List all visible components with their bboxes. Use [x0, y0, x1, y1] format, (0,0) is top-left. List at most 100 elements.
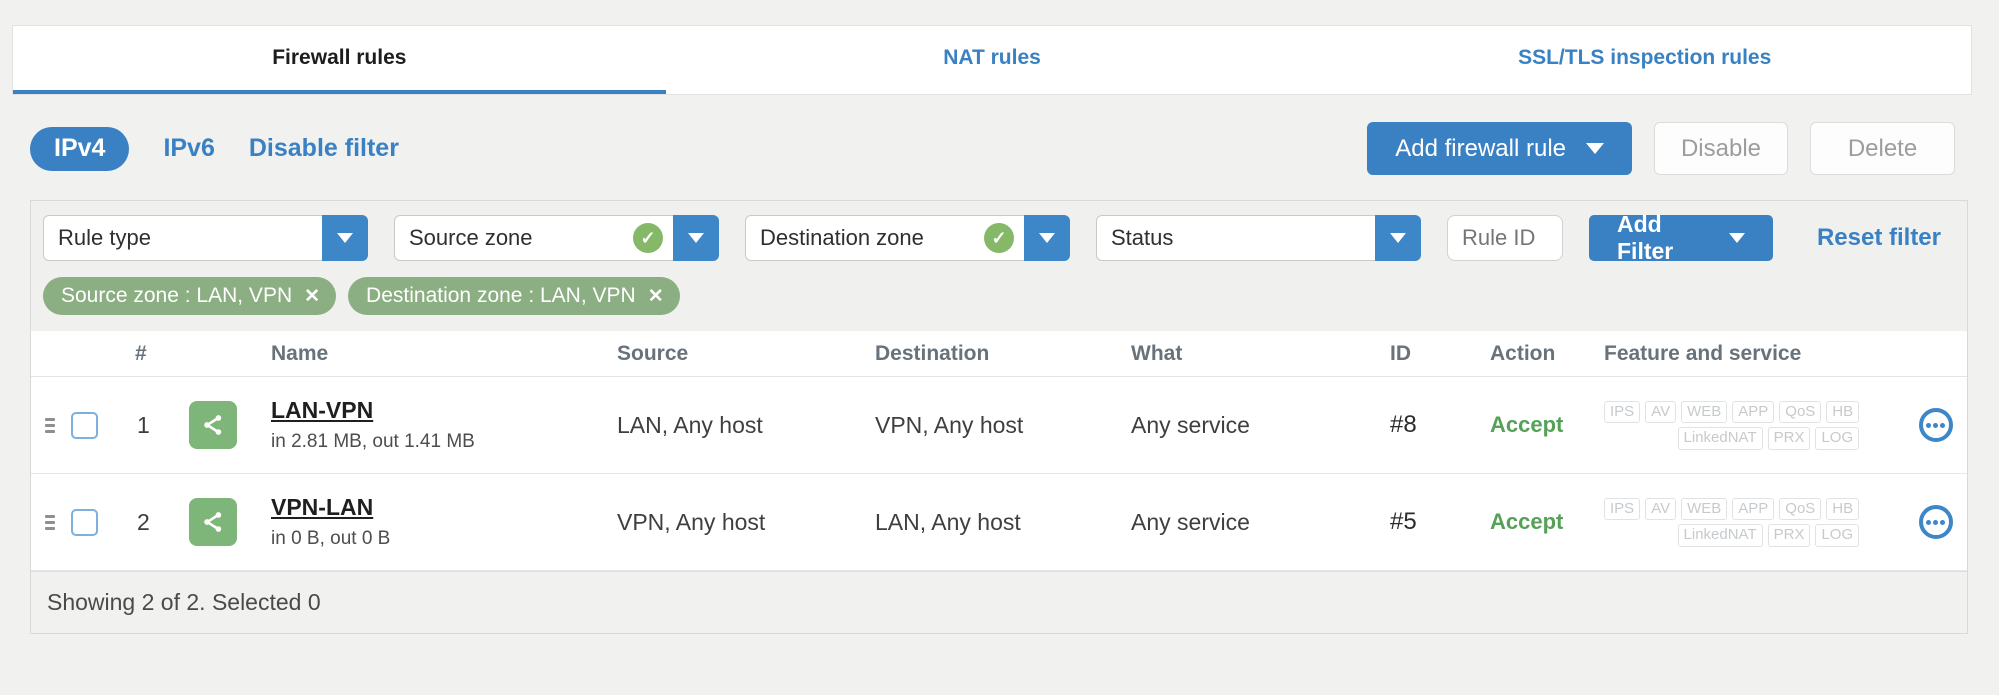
rule-traffic-stats: in 0 B, out 0 B: [271, 528, 391, 549]
feature-badge: WEB: [1681, 497, 1728, 520]
rule-source: LAN, Any host: [617, 411, 763, 438]
filter-dropdown-rule-type[interactable]: Rule type ✓: [43, 215, 368, 261]
filter-dropdown-destination-zone[interactable]: Destination zone ✓: [745, 215, 1070, 261]
col-header-id: ID: [1390, 341, 1411, 365]
rule-name-link[interactable]: VPN-LAN: [271, 494, 373, 521]
feature-badge: PRX: [1767, 427, 1811, 450]
feature-badge: QoS: [1779, 400, 1822, 423]
feature-badge: PRX: [1767, 524, 1811, 547]
add-filter-label: Add Filter: [1617, 211, 1674, 264]
feature-badge: APP: [1732, 400, 1775, 423]
reset-filter-link[interactable]: Reset filter: [1817, 224, 1941, 252]
rule-action: Accept: [1490, 412, 1564, 437]
feature-badge: IPS: [1604, 497, 1641, 520]
rule-what: Any service: [1131, 508, 1250, 535]
disable-filter-link[interactable]: Disable filter: [249, 134, 399, 163]
chevron-down-icon: [1390, 233, 1406, 243]
row-checkbox[interactable]: [71, 508, 98, 536]
filter-chip-label: Destination zone : LAN, VPN: [366, 284, 636, 307]
rule-id: #5: [1390, 508, 1417, 535]
feature-badge: HB: [1826, 497, 1860, 520]
filter-dropdown-source-zone[interactable]: Source zone ✓: [394, 215, 719, 261]
table-header: # Name Source Destination What ID Action…: [31, 331, 1967, 377]
row-checkbox[interactable]: [71, 411, 98, 439]
col-header-num: #: [135, 341, 147, 365]
chip-remove-icon[interactable]: ✕: [304, 285, 320, 308]
dropdown-open-button[interactable]: [1375, 215, 1421, 261]
feature-badges: IPS AV WEB APP QoS HB LinkedNAT PRX LOG: [1604, 400, 1860, 450]
filter-chip: Source zone : LAN, VPN ✕: [43, 277, 337, 315]
row-menu-icon[interactable]: [1918, 408, 1953, 442]
filter-chip-label: Source zone : LAN, VPN: [61, 284, 293, 307]
col-header-source: Source: [617, 341, 689, 365]
filter-bar: Rule type ✓ Source zone ✓ Destination zo…: [31, 201, 1967, 264]
rule-name-link[interactable]: LAN-VPN: [271, 397, 373, 424]
chevron-down-icon: [688, 233, 704, 243]
filter-dropdown-label: Rule type: [58, 225, 151, 250]
add-firewall-rule-button[interactable]: Add firewall rule: [1367, 122, 1632, 175]
rule-what: Any service: [1131, 411, 1250, 438]
filter-chip: Destination zone : LAN, VPN ✕: [348, 277, 680, 315]
dropdown-open-button[interactable]: [1024, 215, 1070, 261]
rule-id-input[interactable]: [1447, 215, 1563, 261]
check-icon: ✓: [633, 223, 663, 253]
add-filter-button[interactable]: Add Filter: [1589, 211, 1773, 264]
feature-badge: WEB: [1681, 400, 1728, 423]
feature-badge: QoS: [1779, 497, 1822, 520]
rule-traffic-stats: in 2.81 MB, out 1.41 MB: [271, 431, 475, 452]
dropdown-open-button[interactable]: [322, 215, 368, 261]
rule-destination: LAN, Any host: [875, 508, 1021, 535]
drag-handle[interactable]: [31, 514, 65, 530]
tab-nat-rules[interactable]: NAT rules: [666, 26, 1319, 94]
rule-source: VPN, Any host: [617, 508, 766, 535]
toolbar: IPv4 IPv6 Disable filter Add firewall ru…: [30, 122, 1955, 175]
col-header-name: Name: [271, 341, 329, 365]
feature-badge: APP: [1732, 497, 1775, 520]
active-filter-chips: Source zone : LAN, VPN ✕ Destination zon…: [31, 261, 1967, 331]
rule-share-icon[interactable]: [189, 498, 237, 546]
delete-button[interactable]: Delete: [1810, 122, 1955, 175]
feature-badges: IPS AV WEB APP QoS HB LinkedNAT PRX LOG: [1604, 497, 1860, 547]
tab-ssl-tls-inspection-rules[interactable]: SSL/TLS inspection rules: [1318, 26, 1971, 94]
filter-dropdown-label: Status: [1111, 225, 1174, 250]
add-firewall-rule-label: Add firewall rule: [1395, 134, 1566, 162]
col-header-feature: Feature and service: [1604, 341, 1802, 365]
rule-type-tabbar: Firewall rules NAT rules SSL/TLS inspect…: [12, 25, 1972, 95]
rule-share-icon[interactable]: [189, 401, 237, 449]
filter-dropdown-status[interactable]: Status ✓: [1096, 215, 1421, 261]
feature-badge: AV: [1645, 400, 1677, 423]
feature-badge: HB: [1826, 400, 1860, 423]
filter-dropdown-label: Source zone: [409, 225, 533, 250]
ipv6-toggle[interactable]: IPv6: [163, 134, 214, 163]
rule-id: #8: [1390, 411, 1417, 438]
row-menu-icon[interactable]: [1918, 505, 1953, 539]
chip-remove-icon[interactable]: ✕: [648, 285, 664, 308]
chevron-down-icon: [1729, 233, 1745, 243]
feature-badge: AV: [1645, 497, 1677, 520]
chevron-down-icon: [337, 233, 353, 243]
row-number: 1: [137, 411, 150, 438]
table-row: 1 LAN-VPN in 2.81 MB, out 1.41 MB LAN, A…: [31, 377, 1967, 474]
row-number: 2: [137, 508, 150, 535]
dropdown-open-button[interactable]: [673, 215, 719, 261]
drag-handle[interactable]: [31, 417, 65, 433]
chevron-down-icon: [1586, 143, 1604, 154]
check-icon: ✓: [984, 223, 1014, 253]
col-header-destination: Destination: [875, 341, 990, 365]
feature-badge: LinkedNAT: [1677, 427, 1763, 450]
feature-badge: LOG: [1815, 427, 1860, 450]
feature-badge: LOG: [1815, 524, 1860, 547]
tab-firewall-rules[interactable]: Firewall rules: [13, 26, 666, 94]
filter-dropdown-label: Destination zone: [760, 225, 924, 250]
table-footer-status: Showing 2 of 2. Selected 0: [31, 571, 1967, 633]
rule-destination: VPN, Any host: [875, 411, 1024, 438]
firewall-rules-panel: Rule type ✓ Source zone ✓ Destination zo…: [30, 200, 1968, 634]
table-row: 2 VPN-LAN in 0 B, out 0 B VPN, Any host …: [31, 474, 1967, 571]
feature-badge: IPS: [1604, 400, 1641, 423]
col-header-what: What: [1131, 341, 1183, 365]
disable-button[interactable]: Disable: [1654, 122, 1788, 175]
rule-action: Accept: [1490, 509, 1564, 534]
ipv4-toggle[interactable]: IPv4: [30, 126, 130, 171]
chevron-down-icon: [1039, 233, 1055, 243]
feature-badge: LinkedNAT: [1677, 524, 1763, 547]
